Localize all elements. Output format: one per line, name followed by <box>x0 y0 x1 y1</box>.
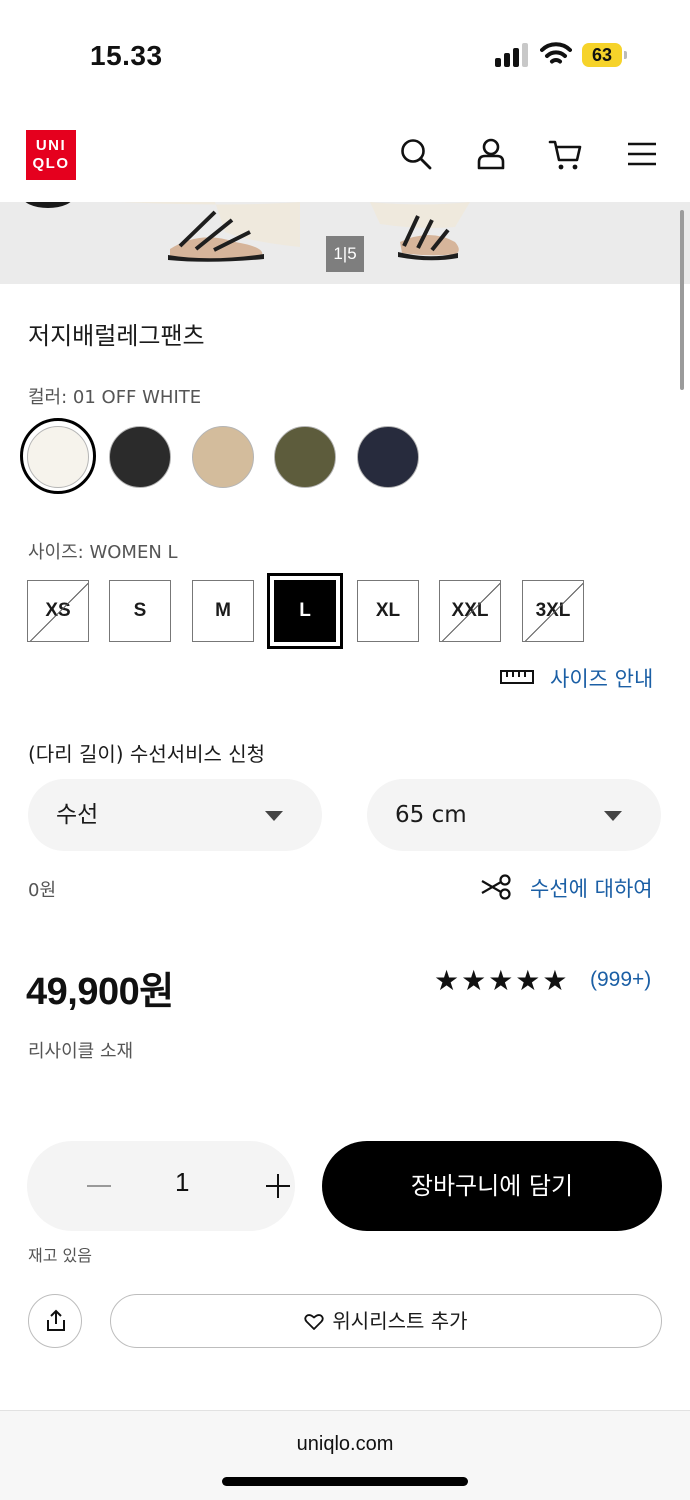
logo-line-1: UNI <box>35 137 67 154</box>
size-option-l[interactable]: L <box>274 580 336 642</box>
quantity-value[interactable]: 1 <box>175 1167 189 1198</box>
size-option-s[interactable]: S <box>109 580 171 642</box>
size-option-label: M <box>215 600 231 621</box>
size-option-label: S <box>133 600 147 621</box>
battery-icon: 63 <box>582 43 628 67</box>
alteration-type-value: 수선 <box>56 802 99 828</box>
share-icon <box>47 1309 65 1331</box>
account-icon[interactable] <box>473 136 509 172</box>
share-button[interactable] <box>28 1294 82 1348</box>
logo-line-2: QLO <box>32 155 70 172</box>
color-swatch-beige[interactable] <box>192 426 254 488</box>
color-swatch-olive[interactable] <box>274 426 336 488</box>
wishlist-button[interactable]: 위시리스트 추가 <box>110 1294 662 1348</box>
product-image-carousel[interactable]: 1|5 <box>0 202 690 284</box>
size-option-xs[interactable]: XS <box>27 580 89 642</box>
size-option-label: L <box>299 600 311 621</box>
size-option-label: 3XL <box>535 600 571 621</box>
size-option-xxl[interactable]: XXL <box>439 580 501 642</box>
size-option-label: XL <box>375 600 401 621</box>
chevron-down-icon <box>604 811 622 821</box>
color-swatch-black[interactable] <box>109 426 171 488</box>
cellular-signal-icon <box>495 43 528 67</box>
alteration-type-select[interactable]: 수선 <box>28 779 322 851</box>
wifi-icon <box>540 42 572 64</box>
image-pager: 1|5 <box>326 236 364 272</box>
quantity-stepper: 1 <box>27 1141 295 1231</box>
plus-icon-vertical[interactable] <box>277 1174 279 1198</box>
color-swatch-navy[interactable] <box>357 426 419 488</box>
size-guide-link[interactable]: 사이즈 안내 <box>550 663 653 693</box>
review-count-link[interactable]: (999+) <box>590 968 651 992</box>
home-indicator[interactable] <box>222 1477 468 1486</box>
ruler-icon <box>500 670 534 684</box>
wishlist-label: 위시리스트 추가 <box>332 1309 468 1333</box>
heart-icon <box>304 1314 325 1330</box>
size-option-3xl[interactable]: 3XL <box>522 580 584 642</box>
uniqlo-logo[interactable]: UNI QLO <box>26 130 76 180</box>
status-bar: 15.33 63 <box>0 0 690 110</box>
material-note: 리사이클 소재 <box>28 1041 134 1062</box>
battery-level: 63 <box>582 43 622 67</box>
stock-status: 재고 있음 <box>28 1246 92 1265</box>
page-scrollbar[interactable] <box>680 210 684 390</box>
size-option-xl[interactable]: XL <box>357 580 419 642</box>
rating-stars[interactable]: ★★★★★ <box>434 964 570 997</box>
product-title: 저지배럴레그팬츠 <box>28 322 205 350</box>
alteration-info-link[interactable]: 수선에 대하여 <box>530 873 653 903</box>
color-swatch-off-white[interactable] <box>27 426 89 488</box>
product-price: 49,900원 <box>26 971 174 1013</box>
browser-address-bar[interactable]: uniqlo.com <box>0 1410 690 1500</box>
alteration-fee: 0원 <box>28 880 57 901</box>
alteration-length-select[interactable]: 65 cm <box>367 779 661 851</box>
alteration-length-value: 65 cm <box>395 802 467 828</box>
menu-icon[interactable] <box>624 136 660 172</box>
size-option-m[interactable]: M <box>192 580 254 642</box>
browser-url[interactable]: uniqlo.com <box>0 1433 690 1456</box>
status-time: 15.33 <box>90 40 163 71</box>
search-icon[interactable] <box>398 136 434 172</box>
add-to-cart-button[interactable]: 장바구니에 담기 <box>322 1141 662 1231</box>
scissors-icon <box>481 874 511 900</box>
minus-icon[interactable] <box>87 1185 111 1187</box>
chevron-down-icon <box>265 811 283 821</box>
cart-icon[interactable] <box>548 136 584 172</box>
site-header: UNI QLO <box>0 110 690 202</box>
size-option-label: XXL <box>451 600 489 621</box>
alteration-label: (다리 길이) 수선서비스 신청 <box>28 742 266 766</box>
color-label: 컬러: 01 OFF WHITE <box>28 387 202 408</box>
size-label: 사이즈: WOMEN L <box>28 542 178 563</box>
